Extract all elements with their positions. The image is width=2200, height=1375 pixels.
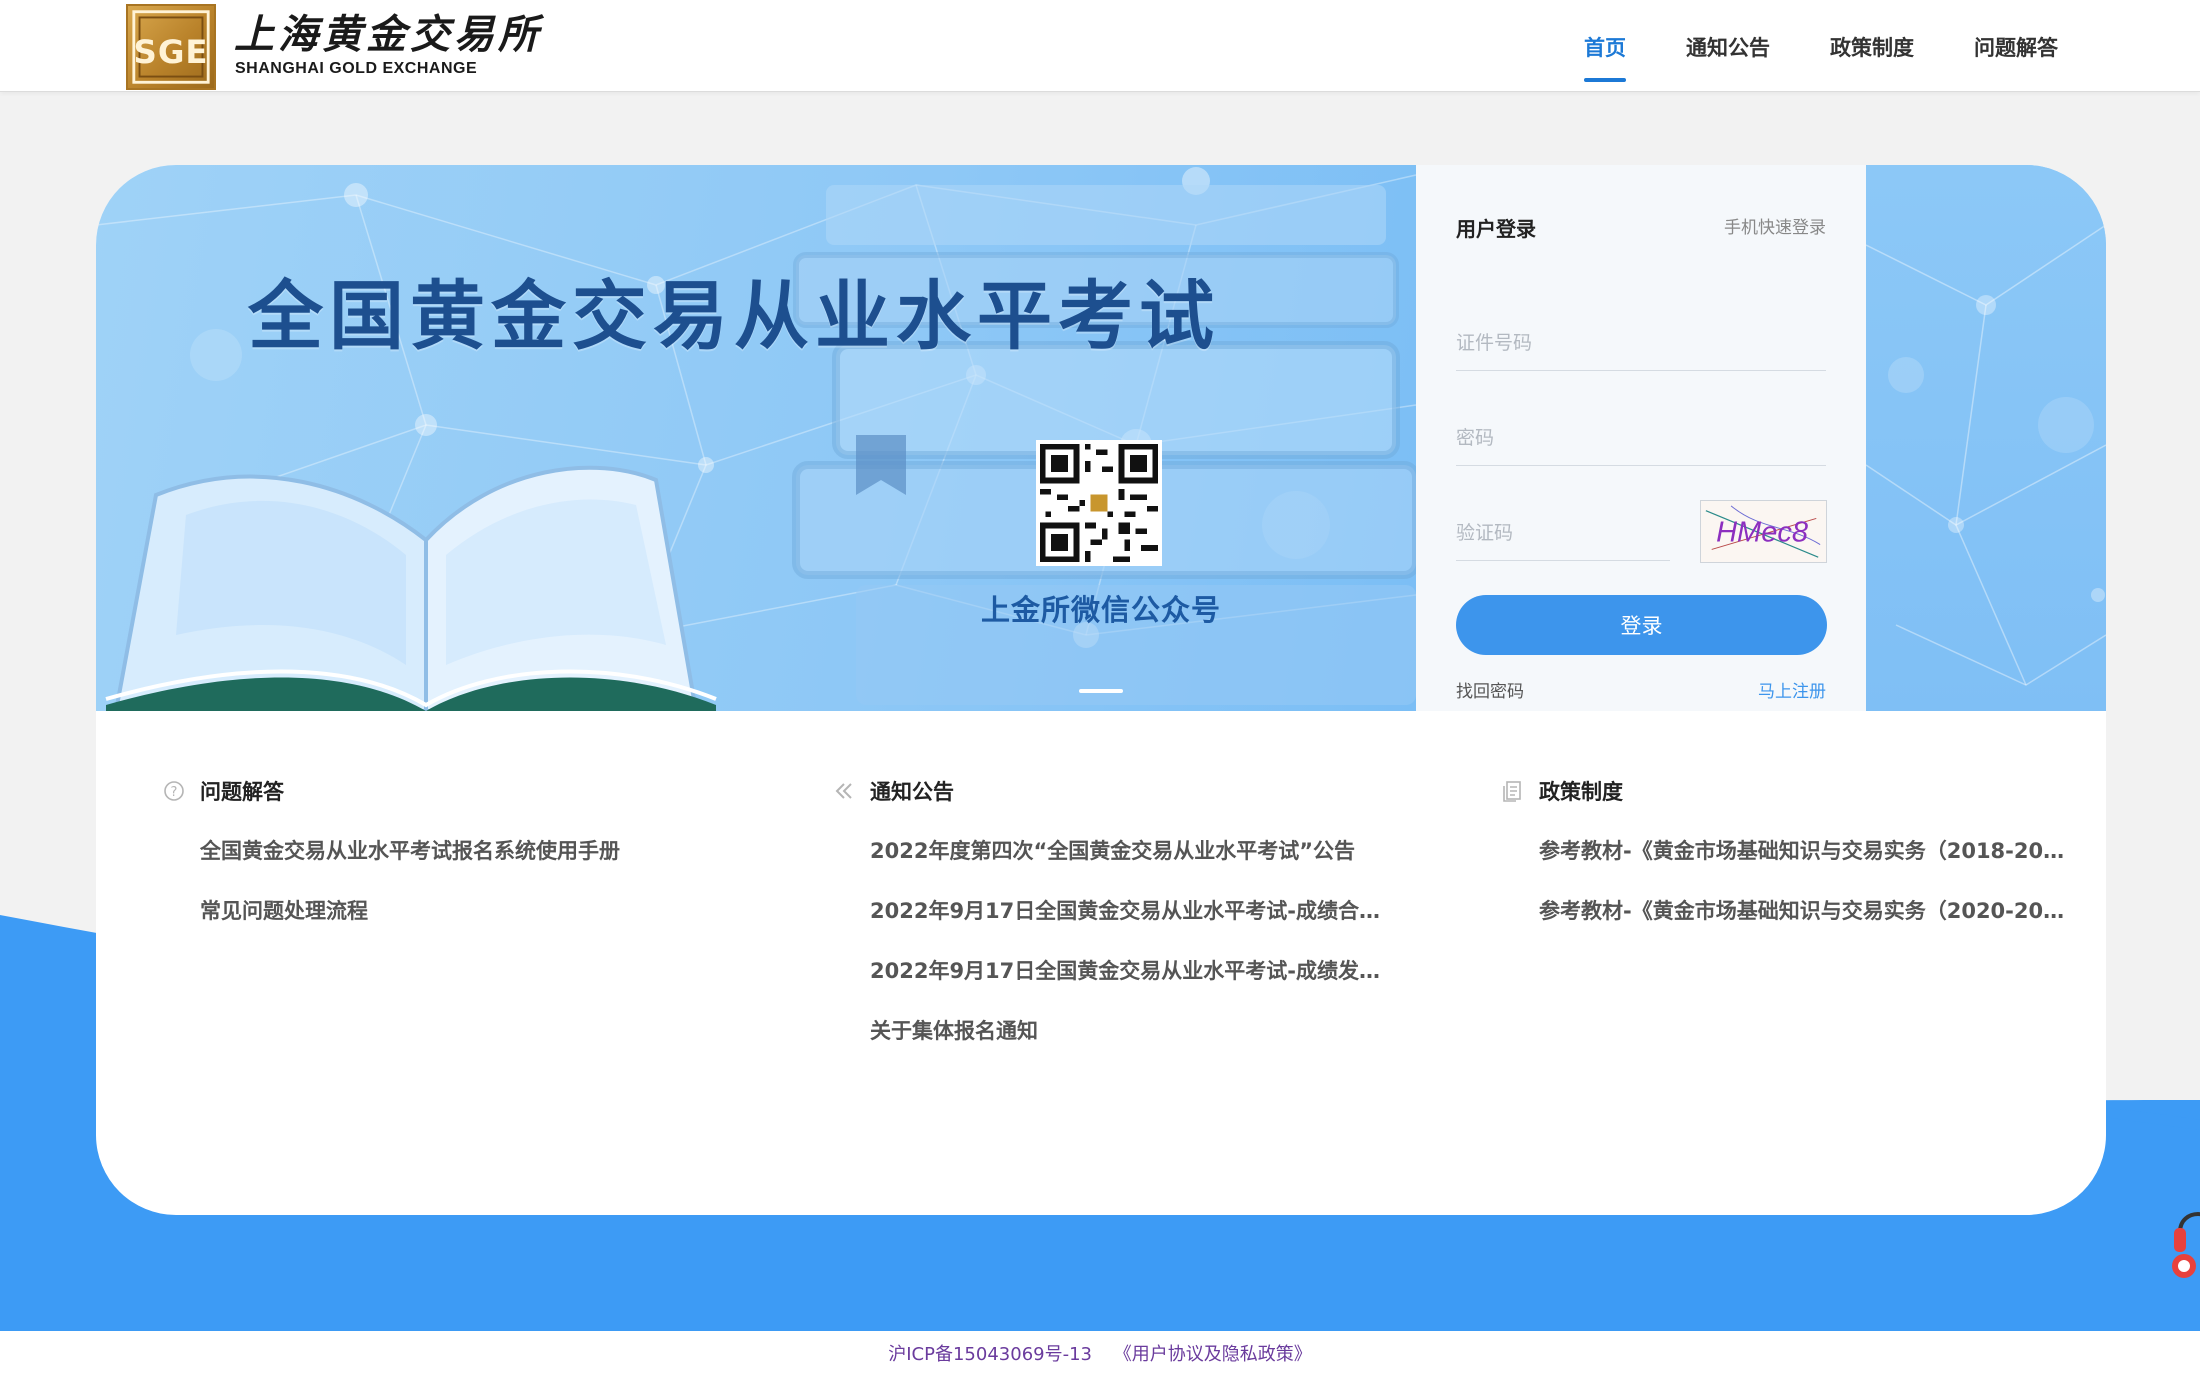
main-card: 全国黄金交易从业水平考试 上金所微信公众号 用户登录 手机快速登录 证件号码 验…: [96, 165, 2106, 1215]
nav-notices[interactable]: 通知公告: [1686, 0, 1770, 92]
faq-section: ? 问题解答 全国黄金交易从业水平考试报名系统使用手册 常见问题处理流程: [162, 771, 722, 941]
customer-service-icon[interactable]: [2166, 1196, 2200, 1296]
double-chevron-left-icon: [832, 779, 856, 803]
svg-text:?: ?: [171, 785, 178, 800]
password-input[interactable]: [1456, 410, 1826, 466]
nav-home[interactable]: 首页: [1584, 0, 1626, 92]
banner-right-decoration: [1866, 165, 2106, 711]
svg-text:SGE: SGE: [134, 33, 209, 71]
faq-title[interactable]: 问题解答: [200, 776, 284, 806]
main-nav: 首页 通知公告 政策制度 问题解答: [1584, 0, 2118, 92]
notice-item-2[interactable]: 2022年9月17日全国黄金交易从业水平考试-成绩合格...: [870, 881, 1392, 941]
captcha-input[interactable]: [1456, 505, 1670, 561]
icp-link[interactable]: 沪ICP备15043069号-13: [888, 1344, 1092, 1365]
notices-title[interactable]: 通知公告: [870, 776, 954, 806]
carousel-indicator[interactable]: [1079, 689, 1123, 693]
policy-item-2[interactable]: 参考教材-《黄金市场基础知识与交易实务（2020-202...: [1539, 881, 2076, 941]
captcha-image[interactable]: HMec8: [1700, 500, 1827, 563]
login-panel: 用户登录 手机快速登录 HMec8 登录 找回密码 马上注册: [1416, 165, 1866, 711]
site-footer: 沪ICP备15043069号-13 《用户协议及隐私政策》: [0, 1331, 2200, 1375]
banner-title: 全国黄金交易从业水平考试: [248, 272, 1221, 360]
policies-section: 政策制度 参考教材-《黄金市场基础知识与交易实务（2018-201... 参考教…: [1501, 771, 2076, 941]
logo-chinese-name: 上海黄金交易所: [234, 11, 542, 58]
forgot-password-link[interactable]: 找回密码: [1456, 677, 1524, 702]
register-link[interactable]: 马上注册: [1758, 677, 1826, 702]
wechat-qr-code-icon: [1036, 440, 1162, 566]
policy-item-1[interactable]: 参考教材-《黄金市场基础知识与交易实务（2018-201...: [1539, 821, 2076, 881]
notice-item-3[interactable]: 2022年9月17日全国黄金交易从业水平考试-成绩发布...: [870, 941, 1392, 1001]
agreement-link[interactable]: 《用户协议及隐私政策》: [1114, 1344, 1312, 1365]
policies-list: 参考教材-《黄金市场基础知识与交易实务（2018-201... 参考教材-《黄金…: [1539, 821, 2076, 941]
notice-item-4[interactable]: 关于集体报名通知: [870, 1001, 1392, 1061]
quick-login-link[interactable]: 手机快速登录: [1724, 213, 1826, 238]
site-header: SGE 上海黄金交易所 SHANGHAI GOLD EXCHANGE 首页 通知…: [0, 0, 2200, 92]
captcha-text: HMec8: [1716, 517, 1808, 549]
notices-section: 通知公告 2022年度第四次“全国黄金交易从业水平考试”公告 2022年9月17…: [832, 771, 1392, 1061]
nav-faq[interactable]: 问题解答: [1974, 0, 2058, 92]
policies-title[interactable]: 政策制度: [1539, 776, 1623, 806]
sge-logo-icon[interactable]: SGE: [126, 4, 216, 90]
faq-item-2[interactable]: 常见问题处理流程: [200, 881, 722, 941]
notices-list: 2022年度第四次“全国黄金交易从业水平考试”公告 2022年9月17日全国黄金…: [870, 821, 1392, 1061]
logo-english-name: SHANGHAI GOLD EXCHANGE: [235, 60, 478, 77]
faq-item-1[interactable]: 全国黄金交易从业水平考试报名系统使用手册: [200, 821, 722, 881]
faq-list: 全国黄金交易从业水平考试报名系统使用手册 常见问题处理流程: [200, 821, 722, 941]
login-title: 用户登录: [1456, 217, 1536, 241]
login-button[interactable]: 登录: [1456, 595, 1827, 655]
qr-caption: 上金所微信公众号: [980, 593, 1221, 627]
nav-policies[interactable]: 政策制度: [1830, 0, 1914, 92]
notice-item-1[interactable]: 2022年度第四次“全国黄金交易从业水平考试”公告: [870, 821, 1392, 881]
document-icon: [1501, 779, 1525, 803]
question-circle-icon: ?: [162, 779, 186, 803]
id-number-input[interactable]: [1456, 315, 1826, 371]
